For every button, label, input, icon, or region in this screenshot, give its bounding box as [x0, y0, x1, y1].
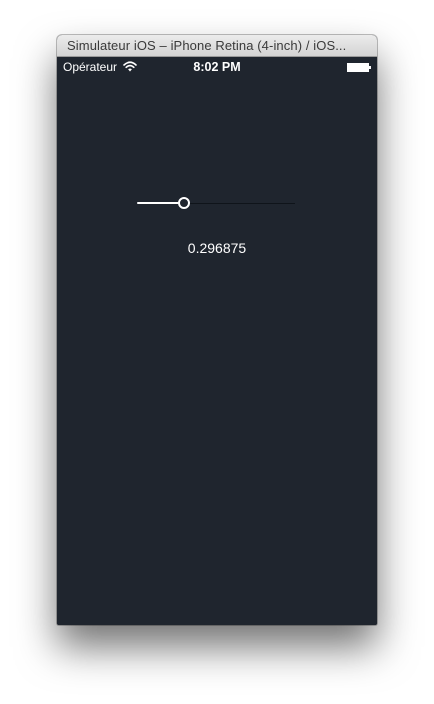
slider-thumb[interactable] [178, 197, 190, 209]
value-slider[interactable] [137, 195, 295, 211]
slider-minimum-track [137, 202, 184, 204]
slider-maximum-track [184, 202, 295, 204]
slider-value-label: 0.296875 [187, 240, 247, 256]
status-bar: Opérateur 8:02 PM [57, 57, 377, 77]
window-titlebar[interactable]: Simulateur iOS – iPhone Retina (4-inch) … [57, 35, 377, 57]
iphone-screen: Opérateur 8:02 PM 0.296875 [57, 57, 377, 625]
desktop: Simulateur iOS – iPhone Retina (4-inch) … [0, 0, 434, 704]
window-title: Simulateur iOS – iPhone Retina (4-inch) … [67, 38, 347, 53]
simulator-window: Simulateur iOS – iPhone Retina (4-inch) … [57, 35, 377, 625]
status-time: 8:02 PM [193, 60, 241, 74]
battery-icon [347, 63, 371, 72]
